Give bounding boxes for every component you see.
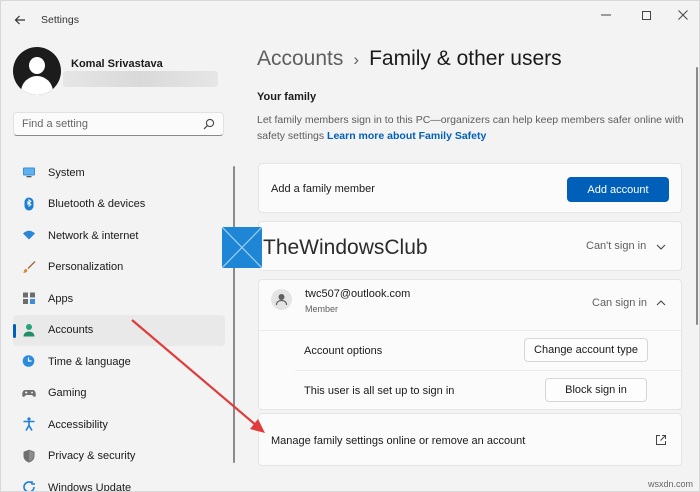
update-icon — [23, 481, 35, 491]
divider — [259, 330, 681, 331]
sidebar-item-windows-update[interactable]: Windows Update — [13, 472, 225, 492]
sidebar-item-label: Accounts — [48, 324, 94, 337]
user-email-redacted — [63, 71, 218, 87]
sidebar-item-label: Gaming — [48, 387, 87, 400]
monitor-icon — [23, 167, 35, 178]
avatar-body — [21, 76, 53, 95]
member-status: Can sign in — [592, 297, 648, 309]
maximize-button[interactable] — [626, 5, 666, 25]
apps-icon — [23, 292, 35, 304]
sidebar-item-time-language[interactable]: Time & language — [13, 346, 225, 378]
sidebar-nav: System Bluetooth & devices Network & int… — [13, 157, 225, 492]
site-watermark: wsxdn.com — [647, 479, 693, 489]
accessibility-icon — [23, 417, 35, 431]
title-bar: Settings — [1, 1, 699, 39]
sidebar-scrollbar[interactable] — [233, 166, 235, 463]
sidebar-item-label: Privacy & security — [48, 450, 136, 463]
change-account-type-button[interactable]: Change account type — [524, 338, 648, 362]
sidebar-item-system[interactable]: System — [13, 157, 225, 189]
account-options-label: Account options — [304, 345, 383, 357]
avatar-head — [29, 57, 45, 74]
add-family-member-card: Add a family member Add account — [258, 163, 682, 213]
breadcrumb-separator: › — [353, 50, 360, 69]
sidebar-item-network[interactable]: Network & internet — [13, 220, 225, 252]
member-avatar — [271, 289, 292, 310]
manage-family-label: Manage family settings online or remove … — [271, 435, 526, 447]
breadcrumb-parent[interactable]: Accounts — [257, 47, 343, 70]
active-indicator — [13, 323, 16, 338]
breadcrumb: Accounts › Family & other users — [257, 47, 562, 71]
sidebar-item-personalization[interactable]: Personalization — [13, 252, 225, 284]
windows-logo-icon — [222, 227, 262, 268]
app-title: Settings — [41, 14, 79, 26]
wifi-icon — [23, 230, 35, 240]
manage-family-card[interactable]: Manage family settings online or remove … — [258, 413, 682, 466]
learn-more-link[interactable]: Learn more about Family Safety — [327, 130, 486, 142]
close-button[interactable] — [663, 5, 699, 25]
sidebar-item-label: Personalization — [48, 261, 124, 274]
person-icon — [23, 323, 35, 336]
minimize-button[interactable] — [586, 5, 626, 25]
bluetooth-icon — [24, 197, 34, 210]
settings-window: Settings Komal Srivastava System Bluetoo… — [0, 0, 700, 492]
sidebar-item-accessibility[interactable]: Accessibility — [13, 409, 225, 441]
watermark-logo — [222, 227, 262, 268]
sidebar-item-privacy[interactable]: Privacy & security — [13, 441, 225, 473]
back-button[interactable] — [11, 11, 29, 29]
chevron-up-icon[interactable] — [655, 297, 667, 309]
close-icon — [678, 10, 688, 20]
sidebar-item-apps[interactable]: Apps — [13, 283, 225, 315]
signin-note: This user is all set up to sign in — [304, 385, 455, 397]
sidebar-item-label: Windows Update — [48, 481, 132, 492]
family-description: Let family members sign in to this PC—or… — [257, 112, 687, 144]
block-sign-in-button[interactable]: Block sign in — [545, 378, 647, 402]
watermark-text: TheWindowsClub — [263, 236, 428, 259]
sidebar-item-label: Apps — [48, 292, 74, 305]
search-input[interactable] — [22, 116, 202, 132]
chevron-down-icon[interactable] — [655, 241, 667, 253]
minimize-icon — [601, 14, 611, 16]
sidebar-item-accounts[interactable]: Accounts — [13, 314, 225, 346]
add-family-member-label: Add a family member — [271, 183, 375, 195]
sidebar-item-label: Time & language — [48, 355, 131, 368]
watermark: TheWindowsClub — [222, 227, 482, 271]
sidebar-item-bluetooth[interactable]: Bluetooth & devices — [13, 189, 225, 221]
brush-icon — [23, 260, 36, 273]
gamepad-icon — [22, 389, 36, 397]
globe-clock-icon — [22, 355, 35, 367]
sidebar-item-label: Network & internet — [48, 229, 139, 242]
divider — [295, 370, 681, 371]
search-box[interactable] — [13, 112, 224, 136]
search-icon[interactable] — [203, 118, 215, 130]
member-email: twc507@outlook.com — [305, 288, 411, 300]
person-icon — [275, 294, 288, 306]
back-arrow-icon — [14, 15, 25, 25]
sidebar-item-label: Accessibility — [48, 418, 108, 431]
page-title: Family & other users — [369, 47, 562, 70]
member-role: Member — [305, 304, 339, 314]
user-avatar[interactable] — [13, 47, 61, 95]
member-status: Can't sign in — [586, 240, 647, 252]
family-member-card-expanded: twc507@outlook.com Member Can sign in Ac… — [258, 279, 682, 410]
sidebar-item-gaming[interactable]: Gaming — [13, 378, 225, 410]
sidebar-item-label: Bluetooth & devices — [48, 198, 146, 211]
shield-icon — [23, 449, 35, 462]
maximize-icon — [641, 10, 651, 20]
user-name: Komal Srivastava — [71, 58, 163, 70]
open-external-icon[interactable] — [655, 434, 667, 446]
content-scrollbar[interactable] — [696, 67, 698, 325]
section-title: Your family — [257, 91, 317, 103]
add-account-button[interactable]: Add account — [567, 177, 669, 202]
sidebar-item-label: System — [48, 166, 85, 179]
